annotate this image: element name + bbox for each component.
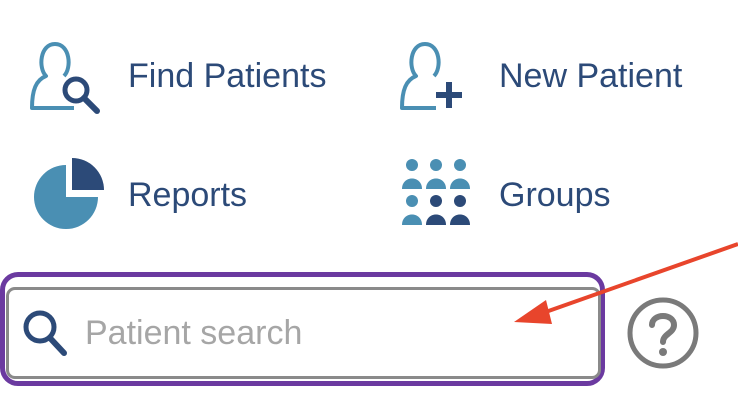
groups-icon (402, 159, 470, 225)
patient-search-input[interactable] (85, 313, 565, 353)
new-patient-icon (400, 42, 462, 110)
find-patients-label: Find Patients (128, 56, 327, 95)
reports-label: Reports (128, 175, 248, 214)
patient-search-box[interactable] (6, 287, 601, 379)
groups-label: Groups (499, 175, 611, 214)
reports-pie-icon (34, 158, 104, 229)
help-question-icon[interactable] (626, 296, 700, 370)
search-icon (23, 310, 67, 356)
groups-link[interactable]: Groups (398, 157, 611, 233)
new-patient-link[interactable]: New Patient (396, 38, 682, 114)
find-patients-link[interactable]: Find Patients (26, 38, 326, 114)
new-patient-label: New Patient (499, 56, 683, 95)
reports-link[interactable]: Reports (28, 157, 247, 233)
find-patients-icon (30, 42, 100, 114)
